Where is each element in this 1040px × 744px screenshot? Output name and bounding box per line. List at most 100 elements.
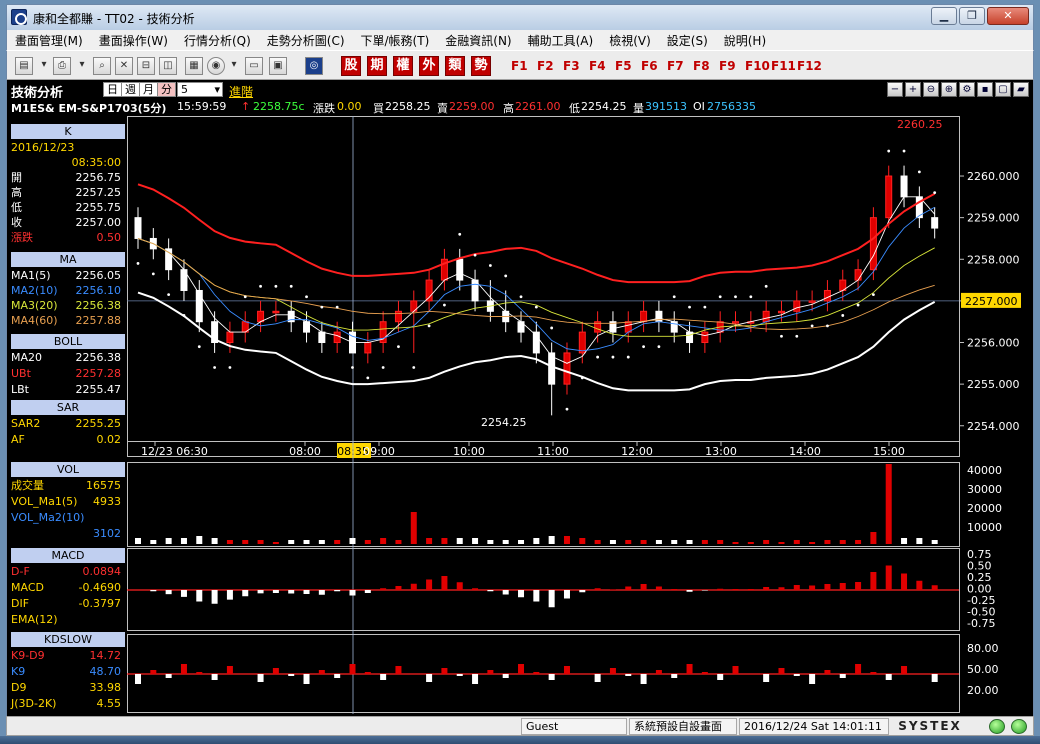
kd-histogram-bar [885, 674, 892, 680]
time-tick-label: 11:00 [537, 445, 569, 458]
macd-histogram-bar [303, 590, 310, 594]
close-window-icon[interactable]: ✕ [115, 57, 133, 75]
macd-histogram-bar [196, 590, 203, 602]
sar-dot [458, 232, 462, 236]
macd-panel-head[interactable]: MACD [11, 548, 125, 563]
fkey-f5[interactable]: F5 [615, 59, 632, 73]
market-button-2[interactable]: 權 [393, 56, 413, 76]
change-label: 漲跌 [313, 102, 335, 115]
macd-histogram-bar [364, 590, 371, 593]
k-row-4-value: 0.50 [96, 231, 122, 244]
market-button-0[interactable]: 股 [341, 56, 361, 76]
chevron-down-icon[interactable]: ▾ [39, 57, 49, 75]
split-icon[interactable]: ◫ [159, 57, 177, 75]
kd-row-1: K9 48.70 [11, 664, 125, 679]
kd-row-2: D9 33.98 [11, 680, 125, 695]
tile-icon[interactable]: ⊟ [137, 57, 155, 75]
k-panel-head[interactable]: K [11, 124, 125, 139]
market-button-1[interactable]: 期 [367, 56, 387, 76]
menu-item-7[interactable]: 檢視(V) [601, 30, 659, 49]
calc-icon[interactable]: ▦ [185, 57, 203, 75]
fkey-f4[interactable]: F4 [589, 59, 606, 73]
fkey-f6[interactable]: F6 [641, 59, 658, 73]
fkey-f8[interactable]: F8 [693, 59, 710, 73]
menu-item-3[interactable]: 走勢分析圖(C) [259, 30, 353, 49]
fkey-f7[interactable]: F7 [667, 59, 684, 73]
macd-histogram-bar [931, 585, 938, 590]
menu-item-8[interactable]: 設定(S) [659, 30, 716, 49]
kd-histogram-bar [686, 664, 693, 674]
chevron-down-icon[interactable]: ▾ [229, 57, 239, 75]
menu-item-4[interactable]: 下單/帳務(T) [353, 30, 438, 49]
macd-histogram-bar [655, 586, 662, 590]
low-value: 2254.25 [581, 100, 627, 113]
kd-panel-head[interactable]: KDSLOW [11, 632, 125, 647]
sar-dot [550, 326, 554, 330]
period-button-0[interactable]: 日 [103, 82, 122, 97]
sar-dot [519, 295, 523, 299]
sar-dot [167, 293, 171, 297]
boll-panel-head[interactable]: BOLL [11, 334, 125, 349]
menu-item-6[interactable]: 輔助工具(A) [520, 30, 602, 49]
chart-area[interactable]: 2260.000 2259.000 2258.000 2257.000 2256.000… [127, 116, 1033, 714]
period-button-1[interactable]: 週 [121, 82, 140, 97]
fkey-f1[interactable]: F1 [511, 59, 528, 73]
candle-body [394, 310, 402, 323]
close-button[interactable]: ✕ [987, 7, 1029, 25]
fkey-f3[interactable]: F3 [563, 59, 580, 73]
menu-item-5[interactable]: 金融資訊(N) [437, 30, 519, 49]
fkey-f9[interactable]: F9 [719, 59, 736, 73]
kd-histogram-bar [809, 674, 816, 684]
k-time-value: 08:35:00 [71, 156, 121, 169]
k-row-4: 漲跌 0.50 [11, 230, 125, 245]
menu-item-0[interactable]: 畫面管理(M) [7, 30, 91, 49]
ma-panel-head[interactable]: MA [11, 252, 125, 267]
fkey-f12[interactable]: F12 [797, 59, 822, 73]
low-label: 低 [569, 102, 580, 115]
period-button-2[interactable]: 月 [139, 82, 158, 97]
market-button-5[interactable]: 勢 [471, 56, 491, 76]
kd-row-2-value: 33.98 [89, 681, 122, 694]
print-icon[interactable]: ⎙ [53, 57, 71, 75]
menu-item-9[interactable]: 說明(H) [716, 30, 774, 49]
layout-icon[interactable]: ▤ [15, 57, 33, 75]
magnify-plus-icon[interactable]: ⊕ [941, 82, 957, 97]
market-button-3[interactable]: 外 [419, 56, 439, 76]
maximize-button[interactable]: ❐ [959, 7, 985, 25]
menu-item-1[interactable]: 畫面操作(W) [91, 30, 176, 49]
macd-row-2-label: DIF [11, 597, 30, 610]
search-icon[interactable]: ⌕ [93, 57, 111, 75]
window-icon[interactable]: ▢ [995, 82, 1011, 97]
fkey-f10[interactable]: F10 [745, 59, 770, 73]
zoom-in-icon[interactable]: + [905, 82, 921, 97]
globe-icon[interactable]: ◉ [207, 57, 225, 75]
folder-icon[interactable]: ▰ [1013, 82, 1029, 97]
sar-row-1-label: AF [11, 433, 25, 446]
magnify-minus-icon[interactable]: ⊖ [923, 82, 939, 97]
sar-panel-head[interactable]: SAR [11, 400, 125, 415]
time-tick-label: 12/23 06:30 [141, 445, 208, 458]
menu-item-2[interactable]: 行情分析(Q) [176, 30, 259, 49]
settings-icon[interactable]: ⚙ [959, 82, 975, 97]
price-tick-label: 2259.000 [967, 212, 1020, 225]
vol-panel-head[interactable]: VOL [11, 462, 125, 477]
fkey-f11[interactable]: F11 [771, 59, 796, 73]
logo-icon[interactable]: ◎ [305, 57, 323, 75]
candle-body [762, 310, 770, 323]
period-button-3[interactable]: 分 [157, 82, 176, 97]
zoom-out-icon[interactable]: − [887, 82, 903, 97]
volume-bar [318, 540, 325, 544]
macd-histogram-bar [165, 590, 172, 595]
interval-select[interactable]: 5 [177, 82, 223, 97]
market-button-4[interactable]: 類 [445, 56, 465, 76]
minimize-button[interactable]: ▁ [931, 7, 957, 25]
card-icon[interactable]: ▭ [245, 57, 263, 75]
sar-dot [397, 345, 400, 349]
save-icon[interactable]: ▪ [977, 82, 993, 97]
monitor-icon[interactable]: ▣ [269, 57, 287, 75]
chevron-down-icon[interactable]: ▾ [77, 57, 87, 75]
macd-histogram-bar [180, 590, 187, 597]
kd-histogram-bar [318, 670, 325, 674]
fkey-f2[interactable]: F2 [537, 59, 554, 73]
volume-label: 量 [633, 102, 644, 115]
